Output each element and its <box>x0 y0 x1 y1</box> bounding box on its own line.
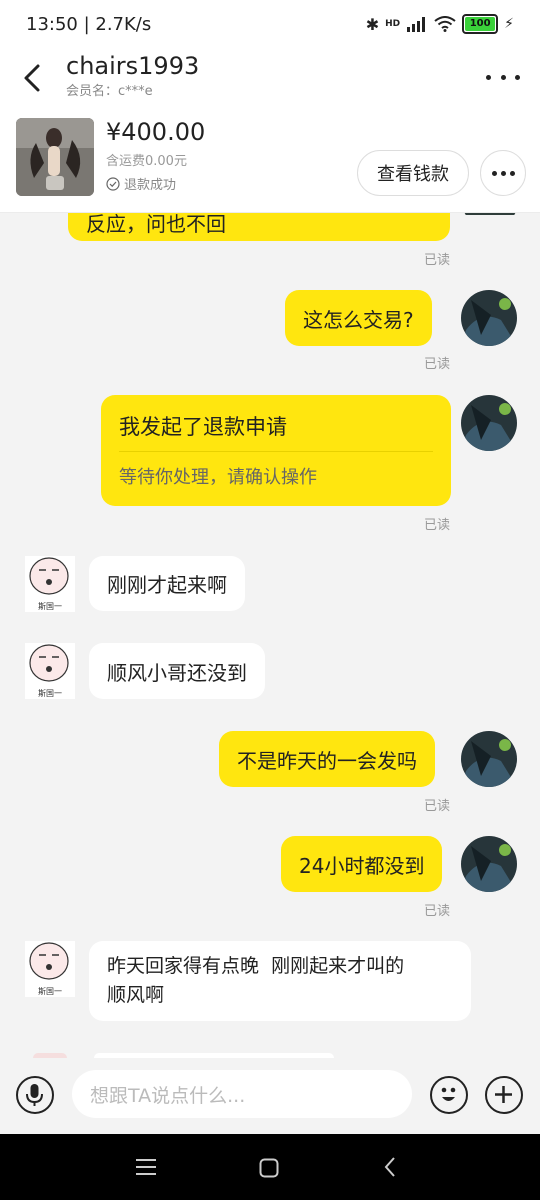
product-image <box>16 118 94 196</box>
emoji-button[interactable] <box>430 1076 468 1114</box>
status-bar: 13:50 | 2.7K/s ✱ HD 100 ⚡ <box>0 0 540 50</box>
message-text-line-1: 昨天回家得有点晚 刚刚起来才叫的 <box>107 955 405 977</box>
read-receipt: 已读 <box>424 357 451 372</box>
refund-card-title: 我发起了退款申请 <box>119 415 287 439</box>
battery-icon: 100 <box>462 14 499 34</box>
menu-icon <box>136 1159 156 1175</box>
message-list[interactable]: 反应，问也不回 已读 这怎么交易? 已读 我发起了退款申请 等待你处理，请确认操… <box>0 213 540 1058</box>
refund-status: 退款成功 <box>106 174 176 193</box>
chat-header: chairs1993 会员名：c***e <box>0 50 540 112</box>
message-text-line-2: 顺风啊 <box>107 984 165 1006</box>
home-button[interactable] <box>259 1158 279 1182</box>
charging-icon: ⚡ <box>504 16 514 32</box>
product-more-button[interactable] <box>480 150 526 196</box>
home-square-icon <box>259 1158 279 1178</box>
battery-level: 100 <box>465 17 496 31</box>
message-bubble-outgoing[interactable]: 这怎么交易? <box>285 290 432 346</box>
wifi-icon <box>434 16 456 32</box>
message-bubble-incoming[interactable]: 刚刚才起来啊 <box>89 556 245 611</box>
message-input[interactable]: 想跟TA说点什么... <box>72 1070 412 1118</box>
voice-button[interactable] <box>16 1076 54 1114</box>
seller-avatar[interactable]: 斯国一 <box>25 941 75 997</box>
divider <box>119 451 433 452</box>
view-money-button[interactable]: 查看钱款 <box>357 150 469 196</box>
network-label: HD <box>385 19 401 29</box>
my-avatar[interactable] <box>461 395 517 451</box>
seller-avatar[interactable]: 斯国一 <box>25 643 75 699</box>
message-text: 这怎么交易? <box>303 307 414 332</box>
more-dot <box>500 170 506 176</box>
read-receipt: 已读 <box>424 904 451 919</box>
input-placeholder: 想跟TA说点什么... <box>90 1084 246 1107</box>
my-avatar[interactable] <box>462 213 518 215</box>
more-dots-icon <box>486 74 491 80</box>
product-card[interactable]: ¥400.00 含运费0.00元 退款成功 查看钱款 <box>0 112 540 213</box>
chevron-left-icon <box>24 64 40 92</box>
seller-avatar[interactable]: 斯国一 <box>25 556 75 612</box>
more-dots-icon <box>491 170 497 176</box>
status-time: 13:50 | 2.7K/s <box>26 14 152 35</box>
my-avatar[interactable] <box>461 836 517 892</box>
status-icons: ✱ HD 100 ⚡ <box>366 14 514 34</box>
more-dot <box>515 74 520 80</box>
message-bubble-outgoing[interactable]: 不是昨天的一会发吗 <box>219 731 435 787</box>
more-dot <box>509 170 515 176</box>
chat-title: chairs1993 <box>66 52 200 80</box>
message-bubble-incoming[interactable]: 昨天回家得有点晚 刚刚起来才叫的 顺风啊 <box>89 941 471 1021</box>
message-text: 24小时都没到 <box>299 853 425 878</box>
message-text: 顺风小哥还没到 <box>107 660 247 685</box>
check-circle-icon <box>106 176 120 191</box>
refund-request-card[interactable]: 我发起了退款申请 等待你处理，请确认操作 <box>101 395 451 506</box>
refund-status-label: 退款成功 <box>124 178 177 193</box>
emoji-icon <box>441 1087 456 1101</box>
back-button[interactable] <box>18 58 48 98</box>
product-price: ¥400.00 <box>106 118 206 146</box>
more-button[interactable] <box>486 62 520 92</box>
my-avatar[interactable] <box>461 731 517 787</box>
input-bar: 想跟TA说点什么... <box>0 1058 540 1134</box>
plus-icon <box>495 1086 512 1103</box>
nav-back-button[interactable] <box>382 1156 398 1182</box>
read-receipt: 已读 <box>424 799 451 814</box>
shipping-fee: 含运费0.00元 <box>106 154 187 169</box>
triangle-back-icon <box>384 1157 395 1177</box>
message-bubble-outgoing[interactable]: 24小时都没到 <box>281 836 443 892</box>
recents-button[interactable] <box>136 1158 156 1180</box>
avatar-caption: 斯国一 <box>38 688 62 698</box>
read-receipt: 已读 <box>424 518 451 533</box>
member-name: 会员名：c***e <box>66 84 153 99</box>
message-bubble-incoming[interactable]: 顺风小哥还没到 <box>89 643 265 699</box>
microphone-icon <box>26 1084 43 1106</box>
plus-button[interactable] <box>485 1076 523 1114</box>
avatar-caption: 斯国一 <box>38 601 62 611</box>
system-nav-bar <box>0 1134 540 1200</box>
avatar-caption: 斯国一 <box>38 986 62 996</box>
message-bubble-outgoing[interactable]: 反应，问也不回 <box>68 213 450 241</box>
product-thumbnail[interactable] <box>16 118 94 196</box>
refund-card-subtitle: 等待你处理，请确认操作 <box>119 467 317 488</box>
signal-icon <box>407 17 426 32</box>
read-receipt: 已读 <box>424 253 451 268</box>
message-text: 反应，问也不回 <box>86 213 226 236</box>
more-dot <box>500 74 506 80</box>
message-text: 不是昨天的一会发吗 <box>237 748 417 773</box>
bluetooth-icon: ✱ <box>365 14 380 34</box>
message-text: 刚刚才起来啊 <box>107 573 227 597</box>
my-avatar[interactable] <box>461 290 517 346</box>
